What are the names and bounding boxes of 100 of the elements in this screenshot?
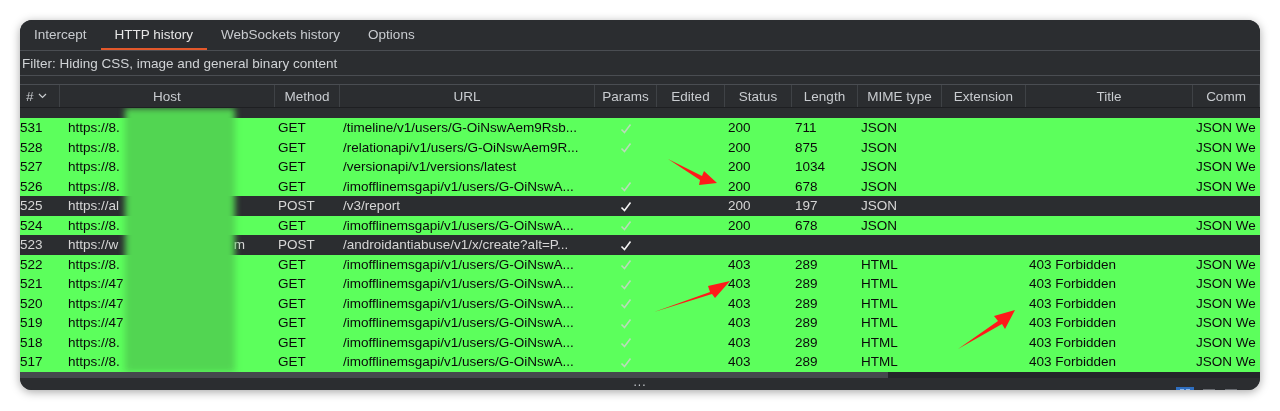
comment-cell-text: JSON We [1195,139,1257,155]
method-cell-text: GET [277,217,307,233]
length-cell-text: 289 [794,334,819,350]
host-cell: https://8. [68,334,120,350]
arrow-annotation [958,310,1015,349]
length-cell-text: 289 [794,315,819,331]
url-cell-text: /v3/report [342,198,402,214]
length-cell-text: 678 [794,178,819,194]
host-cell: https://8. [68,256,120,272]
host-cell: https://8. [68,178,120,194]
history-row[interactable]: 521 https://47 GET /imofflinemsgapi/v1/users/G-OiNswA... 403 289 HTML 403 Forbidden JSON We [20,274,1260,294]
length-cell-text: 289 [794,295,819,311]
mime-type-cell-text: HTML [860,334,899,350]
comment-cell-text: JSON We [1195,256,1257,272]
url-cell-text: /imofflinemsgapi/v1/users/G-OiNswA... [342,217,575,233]
status-cell-text: 200 [727,198,752,214]
tab[interactable]: WebSockets history [207,20,355,50]
column-header[interactable]: Edited [657,85,725,107]
column-header[interactable]: # [20,85,60,107]
url-cell-text: /imofflinemsgapi/v1/users/G-OiNswA... [342,256,575,272]
length-cell-text: 289 [794,276,819,292]
tab[interactable]: Intercept [20,20,101,50]
title-cell-text: 403 Forbidden [1028,276,1118,292]
status-cell-text: 200 [727,217,752,233]
column-header[interactable]: Extension [942,85,1026,107]
url-cell-text: /versionapi/v1/versions/latest [342,159,518,175]
column-header[interactable]: Length [792,85,858,107]
length-cell-text: 289 [794,256,819,272]
row-number: 525 [20,198,44,214]
horizontal-scrollbar[interactable] [20,372,1260,378]
title-cell-text: 403 Forbidden [1028,295,1118,311]
comment-cell-text: JSON We [1195,334,1257,350]
method-cell-text: GET [277,178,307,194]
title-cell-text: 403 Forbidden [1028,315,1118,331]
mime-type-cell-text: JSON [860,217,898,233]
host-cell: https://8. [68,159,120,175]
column-header[interactable]: Host [60,85,275,107]
method-cell-text: GET [277,139,307,155]
url-cell-text: /timeline/v1/users/G-OiNswAem9Rsb... [342,120,579,136]
comment-cell-text: JSON We [1195,295,1257,311]
host-cell: https://8. [68,120,120,136]
status-cell-text: 200 [727,139,752,155]
method-cell-text: GET [277,256,307,272]
title-cell-text: 403 Forbidden [1028,256,1118,272]
column-header[interactable]: URL [340,85,595,107]
url-cell-text: /imofflinemsgapi/v1/users/G-OiNswA... [342,295,575,311]
history-row[interactable]: 519 https://47 GET /imofflinemsgapi/v1/users/G-OiNswA... 403 289 HTML 403 Forbidden JSON We [20,313,1260,333]
row-number: 527 [20,159,44,175]
history-row[interactable]: 531 https://8. GET /timeline/v1/users/G-OiNswAem9Rsb... 200 711 JSON JSON We [20,118,1260,138]
arrow-annotation [668,159,717,185]
host-cell: https://al [68,198,120,214]
status-cell-text: 403 [727,276,752,292]
length-cell-text: 711 [794,120,818,136]
method-cell-text: GET [277,120,307,136]
row-number: 522 [20,256,44,272]
column-header[interactable]: Title [1026,85,1193,107]
method-cell-text: GET [277,159,307,175]
title-cell-text: 403 Forbidden [1028,354,1118,370]
host-cell: https://8. [68,354,120,370]
column-header[interactable]: Status [725,85,792,107]
method-cell-text: GET [277,354,307,370]
tab[interactable]: HTTP history [100,20,208,50]
column-header[interactable]: Params [595,85,657,107]
method-cell-text: GET [277,315,307,331]
column-header[interactable]: Comm [1193,85,1260,107]
length-cell-text: 289 [794,354,819,370]
host-cell: m [233,237,245,253]
filter-text: Filter: Hiding CSS, image and general binary content [22,55,338,71]
mime-type-cell-text: JSON [860,159,898,175]
host-cell: https://8. [68,139,120,155]
history-row[interactable]: 527 https://8. GET /versionapi/v1/versions/latest 200 1034 JSON JSON We [20,157,1260,177]
url-cell-text: /androidantiabuse/v1/x/create?alt=P... [342,237,570,253]
length-cell-text: 197 [794,198,819,214]
mime-type-cell-text: JSON [860,198,898,214]
filter-bar[interactable]: Filter: Hiding CSS, image and general binary content [20,51,1260,76]
history-row[interactable]: 517 https://8. GET /imofflinemsgapi/v1/users/G-OiNswA... 403 289 HTML 403 Forbidden JSON We [20,352,1260,372]
status-cell-text: 403 [727,334,752,350]
mime-type-cell-text: HTML [860,315,899,331]
row-number: 524 [20,217,44,233]
resize-handle[interactable]: ... [633,378,647,386]
length-cell-text: 875 [794,139,819,155]
status-cell-text: 200 [727,120,752,136]
status-cell-text: 403 [727,315,752,331]
url-cell-text: /imofflinemsgapi/v1/users/G-OiNswA... [342,178,575,194]
status-cell-text: 200 [727,178,752,194]
host-cell: https://w [68,237,119,253]
status-cell-text: 403 [727,354,752,370]
method-cell-text: GET [277,334,307,350]
comment-cell-text: JSON We [1195,178,1257,194]
column-header[interactable]: Method [275,85,340,107]
tab[interactable]: Options [354,20,429,50]
row-number: 519 [20,315,44,331]
scrollbar-thumb[interactable] [20,372,888,378]
status-cell-text: 403 [727,295,752,311]
column-header[interactable]: MIME type [858,85,942,107]
host-cell: https://47 [68,295,124,311]
mime-type-cell-text: HTML [860,256,899,272]
title-cell-text: 403 Forbidden [1028,334,1118,350]
row-number: 517 [20,354,44,370]
host-cell: https://47 [68,276,124,292]
